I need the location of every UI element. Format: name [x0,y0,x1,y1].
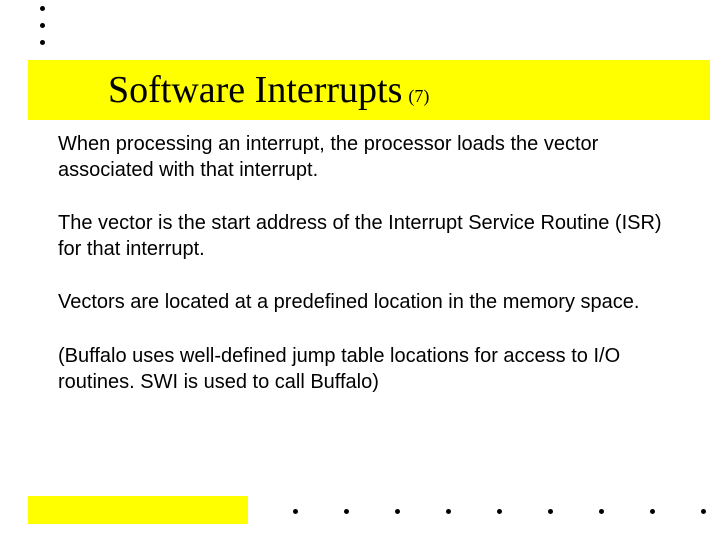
decorative-dots-top [40,6,45,45]
body-paragraph: When processing an interrupt, the proces… [58,132,680,183]
slide-body: When processing an interrupt, the proces… [58,132,680,423]
dot-icon [40,6,45,11]
dot-icon [599,509,604,514]
dot-icon [650,509,655,514]
body-paragraph: (Buffalo uses well-defined jump table lo… [58,344,680,395]
dot-icon [548,509,553,514]
dot-icon [293,509,298,514]
dot-icon [701,509,706,514]
decorative-dots-bottom [293,509,706,514]
body-paragraph: Vectors are located at a predefined loca… [58,290,680,316]
dot-icon [40,23,45,28]
dot-icon [497,509,502,514]
dot-icon [446,509,451,514]
decorative-footer-block [28,496,248,524]
slide-title: Software Interrupts [108,68,402,112]
dot-icon [344,509,349,514]
dot-icon [40,40,45,45]
slide-title-number: (7) [408,86,429,107]
body-paragraph: The vector is the start address of the I… [58,211,680,262]
slide-title-bar: Software Interrupts (7) [28,60,710,120]
dot-icon [395,509,400,514]
